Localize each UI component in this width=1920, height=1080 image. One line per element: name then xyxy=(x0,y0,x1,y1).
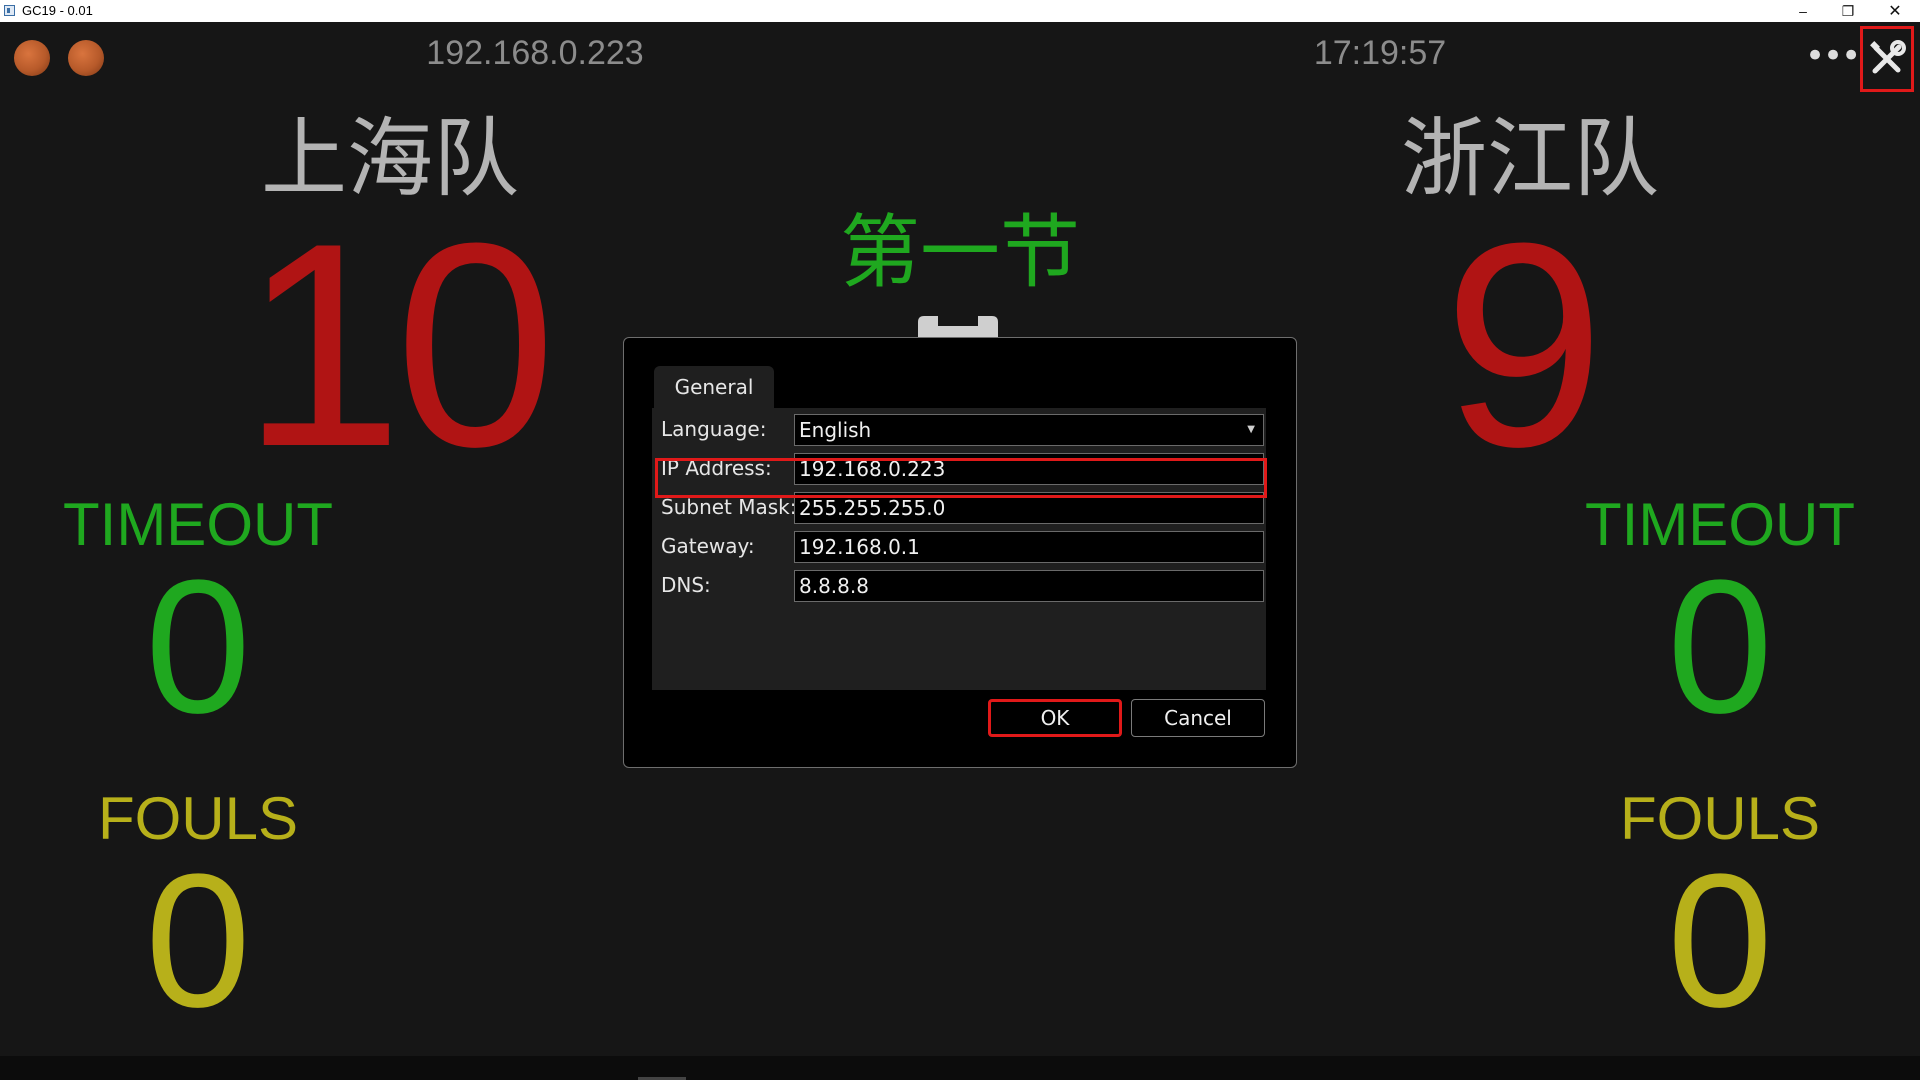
possession-arrow-icon xyxy=(918,316,998,338)
period-label: 第一节 xyxy=(840,206,1080,299)
minimize-button[interactable]: – xyxy=(1780,0,1826,22)
app-icon xyxy=(4,5,15,16)
dns-input[interactable]: 8.8.8.8 xyxy=(794,570,1264,602)
ok-button[interactable]: OK xyxy=(988,699,1122,737)
subnet-mask-input[interactable]: 255.255.255.0 xyxy=(794,492,1264,524)
away-fouls-count: 0 xyxy=(1667,835,1773,1047)
more-options-button[interactable]: ••• xyxy=(1805,36,1861,76)
ip-address-row: IP Address: 192.168.0.223 xyxy=(652,451,1266,487)
cancel-button[interactable]: Cancel xyxy=(1131,699,1265,737)
language-value: English xyxy=(799,418,872,442)
gateway-label: Gateway: xyxy=(661,534,755,558)
clock-display: 17:19:57 xyxy=(1313,34,1447,72)
maximize-button[interactable]: ❐ xyxy=(1825,0,1871,22)
language-label: Language: xyxy=(661,417,767,441)
subnet-mask-label: Subnet Mask: xyxy=(661,495,797,519)
basketball-icon xyxy=(68,40,104,76)
tab-general[interactable]: General xyxy=(654,366,774,408)
language-select[interactable]: English ▼ xyxy=(794,414,1264,446)
settings-button[interactable] xyxy=(1860,26,1914,92)
window-title: GC19 - 0.01 xyxy=(22,3,93,18)
dropdown-arrow-icon: ▼ xyxy=(1247,424,1255,435)
subnet-mask-row: Subnet Mask: 255.255.255.0 xyxy=(652,490,1266,526)
dns-row: DNS: 8.8.8.8 xyxy=(652,568,1266,604)
home-fouls-count: 0 xyxy=(145,835,251,1047)
away-score: 9 xyxy=(1443,183,1604,507)
general-panel: Language: English ▼ IP Address: 192.168.… xyxy=(652,408,1266,690)
ip-address-label: IP Address: xyxy=(661,456,772,480)
gateway-input[interactable]: 192.168.0.1 xyxy=(794,531,1264,563)
gateway-row: Gateway: 192.168.0.1 xyxy=(652,529,1266,565)
ip-address-input[interactable]: 192.168.0.223 xyxy=(794,453,1264,485)
away-timeout-count: 0 xyxy=(1667,541,1773,753)
basketball-icon xyxy=(14,40,50,76)
home-score: 10 xyxy=(241,183,557,507)
dns-label: DNS: xyxy=(661,573,711,597)
home-timeout-count: 0 xyxy=(145,541,251,753)
window-title-bar: GC19 - 0.01 – ❐ ✕ xyxy=(0,0,1920,22)
wrench-screwdriver-icon xyxy=(1870,40,1906,74)
ip-address-display: 192.168.0.223 xyxy=(426,34,644,72)
language-row: Language: English ▼ xyxy=(652,412,1266,448)
close-button[interactable]: ✕ xyxy=(1872,0,1918,22)
bottom-band xyxy=(0,1056,1920,1080)
settings-dialog: General Language: English ▼ IP Address: … xyxy=(623,337,1297,768)
